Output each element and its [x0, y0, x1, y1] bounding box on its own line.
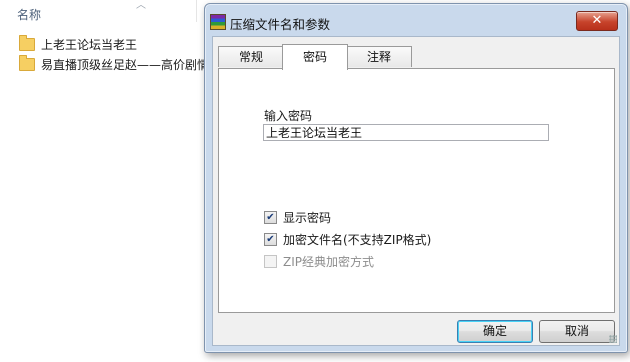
dialog-body: 常规 密码 注释 输入密码 ✔ 显示密码 ✔ 加密文件名(不支持ZIP格式) Z… [212, 36, 620, 346]
zip-legacy-encryption-label: ZIP经典加密方式 [283, 255, 374, 269]
close-icon: ✕ [591, 13, 603, 28]
archive-settings-dialog: 压缩文件名和参数 ✕ 常规 密码 注释 输入密码 ✔ 显示密码 ✔ 加密文件名(… [204, 3, 628, 353]
ok-button[interactable]: 确定 [457, 320, 533, 343]
tab-comment[interactable]: 注释 [346, 46, 412, 67]
password-label: 输入密码 [264, 109, 313, 123]
close-button[interactable]: ✕ [576, 11, 618, 31]
file-name: 易直播顶级丝足赵——高价剧情 [41, 57, 210, 72]
dialog-title: 压缩文件名和参数 [230, 17, 331, 32]
show-password-option[interactable]: ✔ 显示密码 [264, 209, 331, 226]
chevron-up-icon: ︿ [136, 0, 146, 11]
zip-legacy-encryption-checkbox [264, 255, 277, 268]
resize-grip-icon[interactable] [609, 335, 617, 343]
list-item[interactable]: 易直播顶级丝足赵——高价剧情 [19, 54, 209, 74]
title-bar[interactable]: 压缩文件名和参数 ✕ [205, 4, 627, 36]
encrypt-filenames-checkbox[interactable]: ✔ [264, 233, 277, 246]
winrar-icon [210, 14, 226, 30]
password-input[interactable] [263, 124, 549, 141]
file-name: 上老王论坛当老王 [41, 37, 138, 52]
password-tab-panel: 输入密码 ✔ 显示密码 ✔ 加密文件名(不支持ZIP格式) ZIP经典加密方式 [218, 68, 615, 313]
encrypt-filenames-label: 加密文件名(不支持ZIP格式) [283, 233, 432, 247]
show-password-checkbox[interactable]: ✔ [264, 211, 277, 224]
tab-password[interactable]: 密码 [282, 44, 348, 70]
tab-general[interactable]: 常规 [218, 46, 284, 67]
folder-icon [19, 54, 35, 71]
list-item[interactable]: 上老王论坛当老王 [19, 34, 137, 54]
encrypt-filenames-option[interactable]: ✔ 加密文件名(不支持ZIP格式) [264, 231, 431, 248]
name-column-header[interactable]: 名称 [17, 6, 41, 23]
zip-legacy-encryption-option: ZIP经典加密方式 [264, 253, 374, 270]
folder-icon [19, 34, 35, 51]
show-password-label: 显示密码 [283, 211, 332, 225]
column-divider[interactable] [196, 0, 197, 22]
cancel-button[interactable]: 取消 [539, 320, 615, 343]
